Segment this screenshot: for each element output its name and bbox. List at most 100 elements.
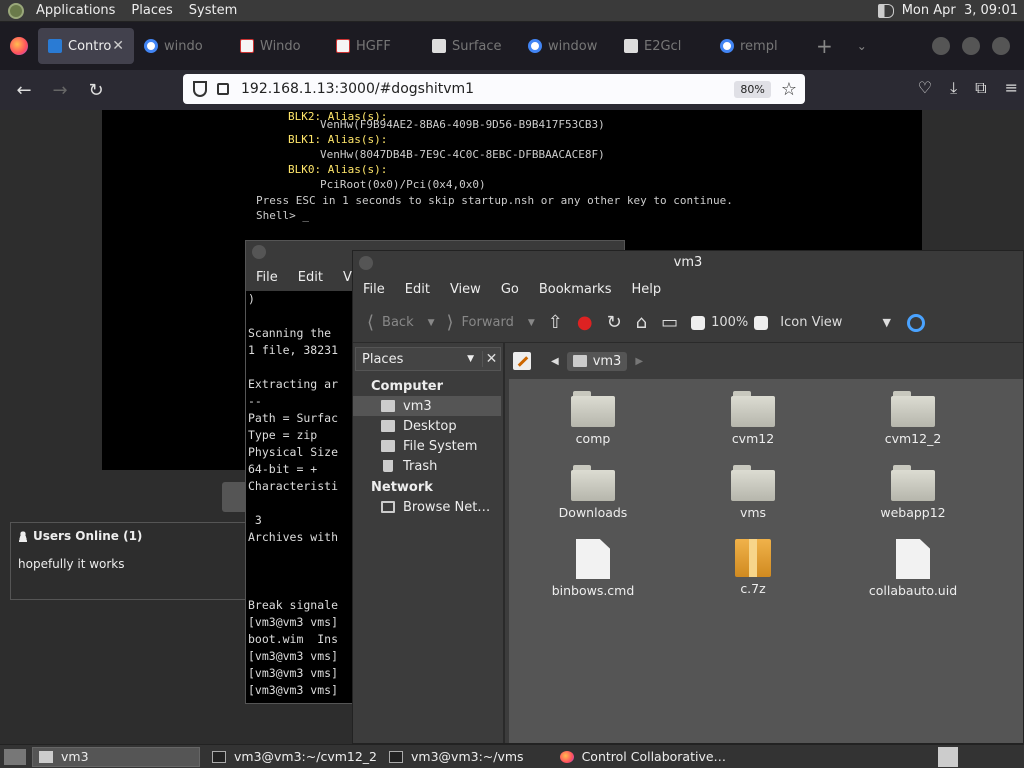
computer-icon[interactable]: ▭ — [654, 312, 685, 333]
tab-control[interactable]: Contro ✕ — [38, 28, 134, 64]
home-icon[interactable]: ⌂ — [629, 312, 654, 333]
file-item[interactable]: collabauto.uid — [853, 539, 973, 598]
file-item[interactable]: binbows.cmd — [533, 539, 653, 598]
file-name: collabauto.uid — [868, 583, 958, 598]
sidebar-item-browse-network[interactable]: Browse Net… — [353, 497, 503, 517]
file-item[interactable]: c.7z — [693, 539, 813, 596]
location-bar: ◀ vm3 ▶ — [507, 343, 1023, 379]
tab-windo[interactable]: windo — [134, 28, 230, 64]
chevron-down-icon[interactable]: ▼ — [467, 354, 474, 364]
taskbar-item-terminal-cvm12[interactable]: vm3@vm3:~/cvm12_2 — [206, 747, 383, 767]
forward-button[interactable]: ⟩ Forward ▼ — [441, 312, 541, 333]
url-bar[interactable]: 192.168.1.13:3000/#dogshitvm1 80% ☆ — [183, 74, 805, 104]
menu-edit[interactable]: Edit — [395, 282, 440, 297]
maximize-icon[interactable] — [962, 37, 980, 55]
file-view[interactable]: comp cvm12 cvm12_2 Downloads vms webapp1… — [509, 379, 1023, 743]
tab-window[interactable]: window — [518, 28, 614, 64]
bookmark-star-icon[interactable]: ☆ — [781, 79, 797, 100]
file-item[interactable]: cvm12_2 — [853, 391, 973, 446]
menu-go[interactable]: Go — [491, 282, 529, 297]
list-tabs-icon[interactable]: ⌄ — [857, 39, 867, 53]
sidebar-item-vm3[interactable]: vm3 — [353, 396, 501, 416]
taskbar-item-vm3[interactable]: vm3 — [32, 746, 200, 767]
sidebar-item-desktop[interactable]: Desktop — [353, 416, 503, 436]
zoom-out-icon[interactable] — [691, 315, 706, 330]
file-name: Downloads — [558, 505, 628, 520]
file-item[interactable]: vms — [693, 465, 813, 520]
forward-arrow-icon[interactable]: → — [42, 80, 78, 101]
folder-icon — [39, 750, 53, 763]
places-menu[interactable]: Places — [123, 3, 180, 18]
close-sidebar-icon[interactable]: ✕ — [482, 351, 500, 367]
connection-icon[interactable] — [217, 83, 229, 95]
applications-menu[interactable]: Applications — [28, 3, 123, 18]
zoom-in-icon[interactable] — [754, 315, 769, 330]
breadcrumb-vm3[interactable]: vm3 — [566, 351, 628, 371]
tab-windo-ba[interactable]: Windo — [230, 28, 326, 64]
sidebar-item-filesystem[interactable]: File System — [353, 436, 503, 456]
file-manager-titlebar[interactable]: vm3 — [353, 251, 1023, 275]
file-manager-window[interactable]: vm3 File Edit View Go Bookmarks Help ⟨ Ba… — [352, 250, 1024, 744]
clock[interactable]: Mon Apr 3, 09:01 — [902, 3, 1018, 18]
sidebar-item-trash[interactable]: Trash — [353, 456, 503, 476]
extensions-icon[interactable]: ⧉ — [975, 78, 986, 98]
download-icon[interactable]: ⤓ — [950, 78, 957, 98]
distro-logo-icon[interactable] — [8, 2, 24, 19]
file-item[interactable]: Downloads — [533, 465, 653, 520]
url-text[interactable]: 192.168.1.13:3000/#dogshitvm1 — [241, 81, 474, 97]
tab-rempl[interactable]: rempl — [710, 28, 806, 64]
close-tab-icon[interactable]: ✕ — [112, 38, 124, 54]
chevron-right-icon[interactable]: ▶ — [635, 356, 643, 367]
chevron-left-icon[interactable]: ◀ — [551, 356, 559, 367]
new-tab-icon[interactable]: + — [816, 34, 833, 58]
terminal-menu-file[interactable]: File — [246, 270, 288, 285]
file-item[interactable]: comp — [533, 391, 653, 446]
folder-icon — [731, 465, 775, 501]
stop-icon[interactable]: ● — [570, 312, 600, 333]
chevron-down-icon[interactable]: ▼ — [882, 316, 890, 329]
tab-hgff[interactable]: HGFF — [326, 28, 422, 64]
window-title: vm3 — [673, 255, 703, 270]
sidebar-item-label: Trash — [403, 458, 438, 474]
reload-icon[interactable]: ↻ — [600, 312, 629, 333]
menu-file[interactable]: File — [353, 282, 395, 297]
search-icon[interactable] — [906, 313, 925, 332]
window-menu-icon[interactable] — [359, 256, 373, 270]
places-selector[interactable]: Places ▼ ✕ — [355, 347, 501, 371]
menu-help[interactable]: Help — [621, 282, 671, 297]
reload-icon[interactable]: ↻ — [78, 80, 114, 101]
tab-surface[interactable]: Surface — [422, 28, 518, 64]
file-item[interactable]: webapp12 — [853, 465, 973, 520]
chevron-down-icon[interactable]: ▼ — [528, 318, 535, 328]
file-name: binbows.cmd — [551, 583, 635, 598]
shield-icon[interactable] — [193, 81, 207, 97]
file-name: webapp12 — [880, 505, 946, 520]
system-menu[interactable]: System — [181, 3, 245, 18]
menu-view[interactable]: View — [440, 282, 491, 297]
window-menu-icon[interactable] — [252, 245, 266, 259]
firefox-view-icon[interactable] — [10, 37, 28, 55]
minimize-icon[interactable] — [932, 37, 950, 55]
desktop-icon — [381, 420, 395, 432]
taskbar-item-terminal-vms[interactable]: vm3@vm3:~/vms — [383, 747, 530, 767]
back-arrow-icon[interactable]: ← — [6, 80, 42, 101]
zoom-level: 100% — [711, 315, 749, 330]
menu-bookmarks[interactable]: Bookmarks — [529, 282, 622, 297]
file-item[interactable]: cvm12 — [693, 391, 813, 446]
trash-applet-icon[interactable] — [938, 746, 958, 767]
menu-icon[interactable]: ≡ — [1005, 78, 1018, 98]
terminal-menu-edit[interactable]: Edit — [288, 270, 333, 285]
zoom-level[interactable]: 80% — [734, 80, 771, 98]
tab-e2gcl[interactable]: E2Gcl — [614, 28, 710, 64]
chevron-down-icon[interactable]: ▼ — [428, 318, 435, 328]
pocket-icon[interactable]: ♡ — [918, 78, 932, 98]
taskbar-item-firefox[interactable]: Control Collaborative… — [554, 747, 732, 767]
back-button[interactable]: ⟨ Back ▼ — [361, 312, 441, 333]
up-arrow-icon[interactable]: ⇧ — [541, 312, 570, 333]
ba-icon — [336, 39, 350, 53]
view-mode-select[interactable]: Icon View — [780, 315, 842, 330]
edit-location-icon[interactable] — [513, 352, 531, 370]
show-desktop-icon[interactable] — [4, 748, 26, 765]
close-window-icon[interactable] — [992, 37, 1010, 55]
volume-icon[interactable] — [877, 3, 894, 18]
